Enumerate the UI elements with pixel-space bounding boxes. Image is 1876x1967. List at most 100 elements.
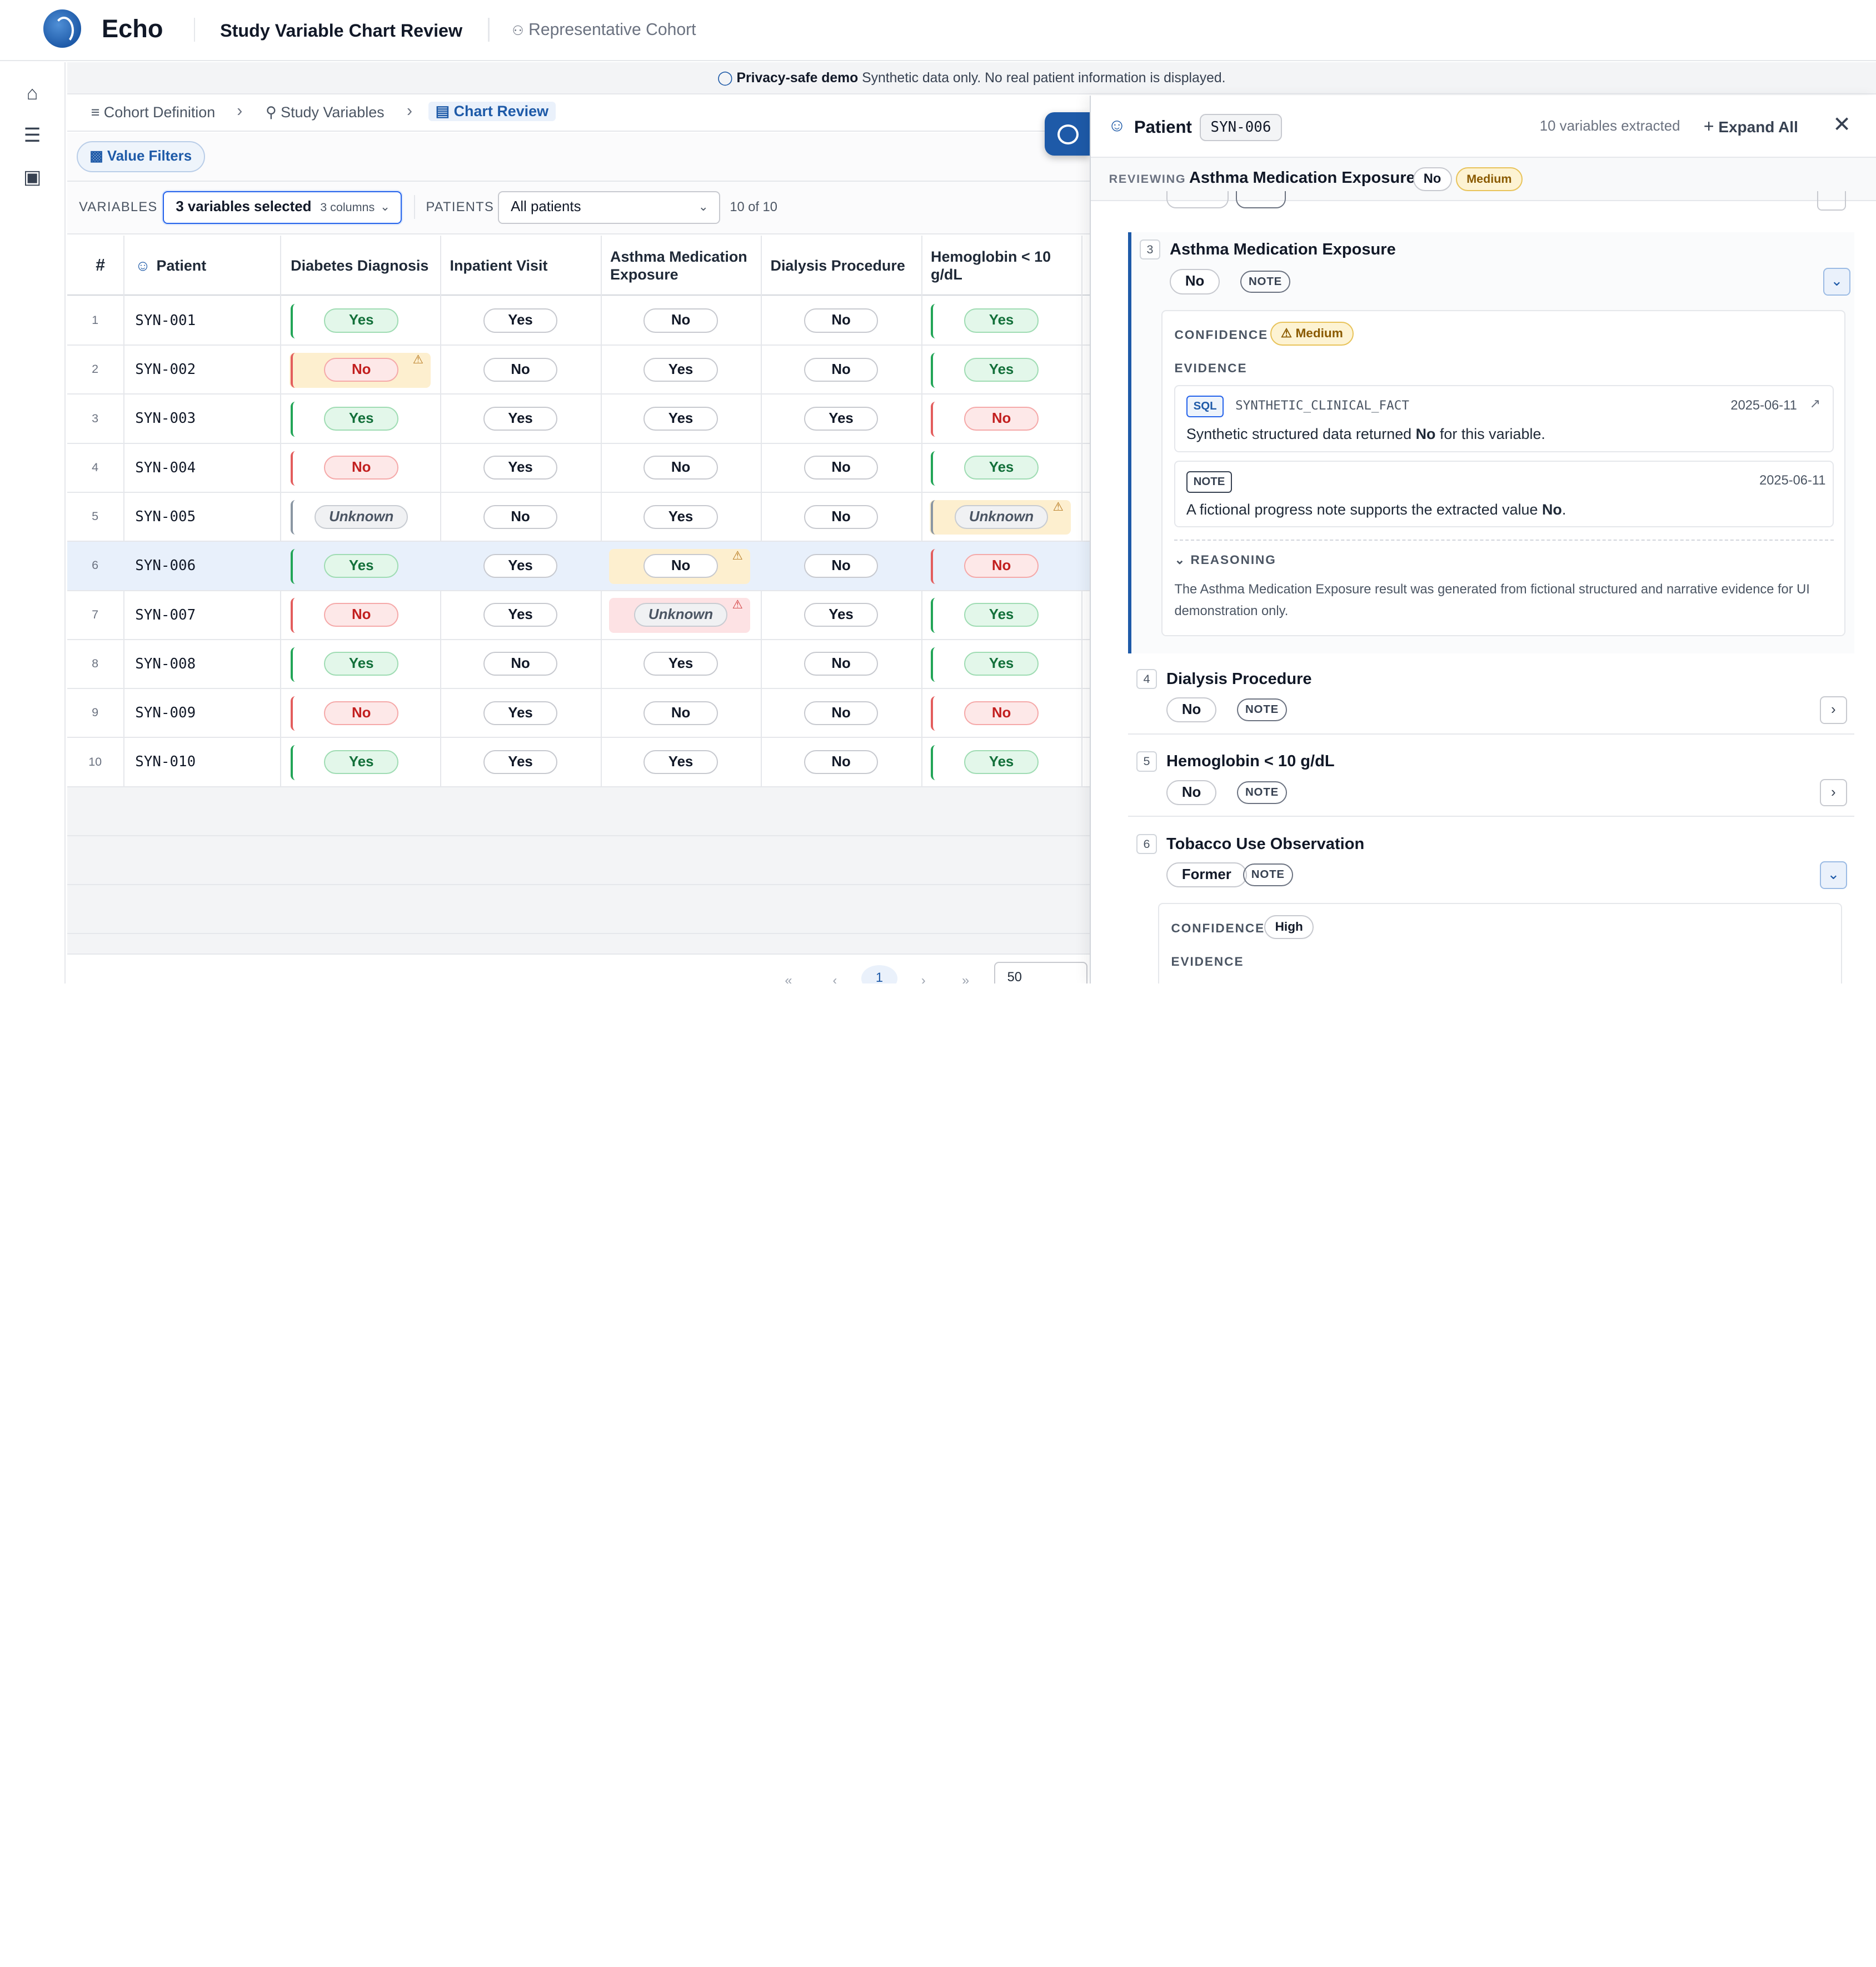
table-row[interactable]: 1 SYN-001 Yes Yes No No Yes: [67, 297, 1090, 346]
value-cell[interactable]: No: [440, 640, 601, 688]
value-cell[interactable]: Yes: [761, 591, 921, 639]
collapse-toggle-button[interactable]: ⌄: [1823, 268, 1851, 296]
value-cell[interactable]: Unknown: [281, 493, 440, 541]
patient-id[interactable]: SYN-009: [135, 705, 196, 721]
table-row[interactable]: 8 SYN-008 Yes No Yes No Yes: [67, 640, 1090, 690]
briefcase-icon[interactable]: ▣: [21, 166, 44, 190]
value-cell[interactable]: Yes: [440, 444, 601, 492]
value-cell[interactable]: Yes: [440, 689, 601, 737]
patient-id[interactable]: SYN-001: [135, 312, 196, 329]
home-icon[interactable]: ⌂: [21, 83, 44, 107]
header-patient[interactable]: ☺ Patient: [126, 236, 206, 296]
value-cell[interactable]: No: [761, 346, 921, 393]
value-cell[interactable]: Yes: [921, 591, 1082, 639]
patient-id[interactable]: SYN-002: [135, 361, 196, 378]
breadcrumb-study-variables[interactable]: ⚲ Study Variables: [266, 104, 385, 121]
value-cell[interactable]: ⚠ No: [601, 542, 761, 590]
value-filters-button[interactable]: ▩ Value Filters: [76, 141, 205, 172]
value-cell[interactable]: ⚠ Unknown: [921, 493, 1082, 541]
cohort-link[interactable]: ⚇ Representative Cohort: [512, 21, 696, 39]
evidence-card-sql[interactable]: SQL SYNTHETIC_CLINICAL_FACT 2025-06-11 ↗…: [1174, 385, 1834, 452]
page-current[interactable]: 1: [861, 965, 897, 984]
chat-button[interactable]: [1044, 112, 1090, 156]
header-hemoglobin[interactable]: Hemoglobin < 10 g/dL: [921, 236, 1082, 296]
page-next-icon[interactable]: ›: [921, 973, 926, 983]
value-cell[interactable]: No: [761, 297, 921, 345]
page-prev-icon[interactable]: ‹: [832, 973, 837, 983]
collapse-toggle-button[interactable]: ⌄: [1819, 861, 1848, 889]
value-cell[interactable]: Yes: [601, 493, 761, 541]
value-cell[interactable]: No: [761, 640, 921, 688]
value-cell[interactable]: No: [601, 297, 761, 345]
breadcrumb-cohort-definition[interactable]: ≡ Cohort Definition: [91, 104, 216, 121]
value-cell[interactable]: Yes: [601, 395, 761, 442]
patient-id[interactable]: SYN-008: [135, 656, 196, 672]
expand-all-button[interactable]: + Expand All: [1704, 116, 1798, 137]
value-cell[interactable]: Yes: [921, 640, 1082, 688]
patient-id[interactable]: SYN-003: [135, 410, 196, 427]
breadcrumb-chart-review[interactable]: ▤ Chart Review: [428, 101, 556, 122]
value-cell[interactable]: Yes: [440, 738, 601, 786]
list-icon[interactable]: ☰: [21, 124, 44, 148]
header-diabetes-diagnosis[interactable]: Diabetes Diagnosis: [281, 236, 440, 296]
value-cell[interactable]: Yes: [281, 297, 440, 345]
value-cell[interactable]: No: [281, 689, 440, 737]
table-row[interactable]: 6 SYN-006 Yes Yes ⚠ No No No: [67, 542, 1090, 591]
value-cell[interactable]: No: [281, 591, 440, 639]
value-cell[interactable]: No: [761, 493, 921, 541]
value-cell[interactable]: No: [440, 346, 601, 393]
variables-select[interactable]: 3 variables selected 3 columns ⌄: [162, 191, 402, 224]
value-cell[interactable]: Yes: [921, 444, 1082, 492]
value-cell[interactable]: Yes: [440, 591, 601, 639]
value-cell[interactable]: Yes: [440, 395, 601, 442]
value-cell[interactable]: No: [761, 444, 921, 492]
reasoning-toggle[interactable]: ⌄ REASONING: [1174, 553, 1276, 567]
value-cell[interactable]: Yes: [601, 346, 761, 393]
header-asthma-medication[interactable]: Asthma Medication Exposure: [601, 236, 761, 296]
page-first-icon[interactable]: «: [785, 973, 792, 983]
table-row[interactable]: 9 SYN-009 No Yes No No No: [67, 689, 1090, 738]
table-row[interactable]: 7 SYN-007 No Yes ⚠ Unknown Yes Yes: [67, 591, 1090, 640]
value-cell[interactable]: Yes: [281, 640, 440, 688]
patient-id[interactable]: SYN-006: [135, 557, 196, 574]
value-cell[interactable]: ⚠ Unknown: [601, 591, 761, 639]
value-cell[interactable]: No: [761, 542, 921, 590]
page-size-select[interactable]: 50: [994, 961, 1088, 984]
expand-toggle-button[interactable]: ›: [1819, 778, 1848, 807]
value-cell[interactable]: No: [601, 444, 761, 492]
patient-id[interactable]: SYN-010: [135, 753, 196, 770]
value-cell[interactable]: No: [921, 689, 1082, 737]
value-cell[interactable]: Yes: [440, 297, 601, 345]
value-cell[interactable]: Yes: [601, 640, 761, 688]
value-cell[interactable]: No: [921, 395, 1082, 442]
external-link-icon[interactable]: ↗: [1810, 396, 1821, 412]
patient-id[interactable]: SYN-007: [135, 607, 196, 623]
value-cell[interactable]: Yes: [440, 542, 601, 590]
value-cell[interactable]: No: [281, 444, 440, 492]
table-row[interactable]: 3 SYN-003 Yes Yes Yes Yes No: [67, 395, 1090, 444]
evidence-card-note[interactable]: NOTE 2025-06-11 A fictional progress not…: [1174, 460, 1834, 528]
patients-select[interactable]: All patients ⌄: [497, 191, 721, 224]
value-cell[interactable]: No: [761, 689, 921, 737]
value-cell[interactable]: No: [440, 493, 601, 541]
patient-id[interactable]: SYN-005: [135, 508, 196, 525]
patient-id[interactable]: SYN-004: [135, 460, 196, 476]
page-last-icon[interactable]: »: [962, 973, 969, 983]
value-cell[interactable]: Yes: [921, 297, 1082, 345]
value-cell[interactable]: Yes: [921, 346, 1082, 393]
value-cell[interactable]: Yes: [281, 395, 440, 442]
value-cell[interactable]: Yes: [921, 738, 1082, 786]
expand-toggle-button[interactable]: ›: [1819, 696, 1848, 724]
header-inpatient-visit[interactable]: Inpatient Visit: [440, 236, 601, 296]
table-row[interactable]: 4 SYN-004 No Yes No No Yes: [67, 444, 1090, 493]
header-dialysis-procedure[interactable]: Dialysis Procedure: [761, 236, 921, 296]
value-cell[interactable]: Yes: [281, 738, 440, 786]
value-cell[interactable]: No: [921, 542, 1082, 590]
close-icon[interactable]: ✕: [1833, 112, 1850, 137]
value-cell[interactable]: No: [761, 738, 921, 786]
value-cell[interactable]: Yes: [601, 738, 761, 786]
table-row[interactable]: 5 SYN-005 Unknown No Yes No ⚠ Unknown: [67, 493, 1090, 542]
value-cell[interactable]: Yes: [761, 395, 921, 442]
echo-logo-icon[interactable]: [43, 9, 82, 48]
value-cell[interactable]: ⚠ No: [281, 346, 440, 393]
